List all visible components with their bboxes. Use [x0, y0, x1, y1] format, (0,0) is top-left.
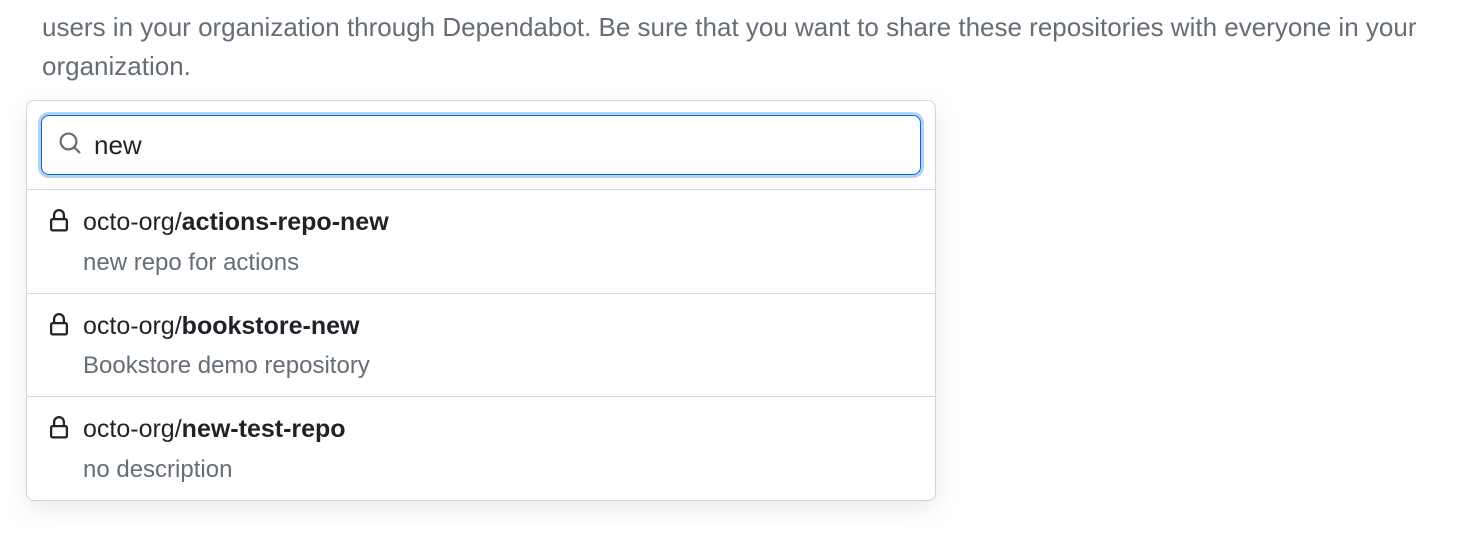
- result-content: octo-org/actions-repo-new new repo for a…: [83, 206, 915, 277]
- lock-icon: [47, 209, 71, 238]
- result-item[interactable]: octo-org/bookstore-new Bookstore demo re…: [27, 294, 935, 398]
- repo-description: Bookstore demo repository: [83, 352, 915, 380]
- repo-name: octo-org/new-test-repo: [83, 413, 915, 446]
- lock-icon: [47, 313, 71, 342]
- repo-search-dropdown: octo-org/actions-repo-new new repo for a…: [26, 100, 936, 501]
- repo-name: octo-org/actions-repo-new: [83, 206, 915, 239]
- repo-owner: octo-org/: [83, 208, 182, 236]
- result-item[interactable]: octo-org/new-test-repo no description: [27, 397, 935, 500]
- search-box[interactable]: [41, 115, 921, 175]
- repo-repo: actions-repo-new: [182, 208, 389, 236]
- repo-name: octo-org/bookstore-new: [83, 310, 915, 343]
- search-icon: [58, 131, 82, 160]
- result-item[interactable]: octo-org/actions-repo-new new repo for a…: [27, 190, 935, 294]
- search-input[interactable]: [94, 130, 904, 161]
- repo-description: no description: [83, 456, 915, 484]
- page-description: users in your organization through Depen…: [0, 0, 1440, 86]
- repo-description: new repo for actions: [83, 249, 915, 277]
- repo-owner: octo-org/: [83, 312, 182, 340]
- results-list: octo-org/actions-repo-new new repo for a…: [27, 189, 935, 500]
- repo-repo: new-test-repo: [182, 415, 346, 443]
- result-content: octo-org/bookstore-new Bookstore demo re…: [83, 310, 915, 381]
- lock-icon: [47, 416, 71, 445]
- result-content: octo-org/new-test-repo no description: [83, 413, 915, 484]
- repo-repo: bookstore-new: [182, 312, 360, 340]
- search-wrapper: [27, 115, 935, 189]
- repo-owner: octo-org/: [83, 415, 182, 443]
